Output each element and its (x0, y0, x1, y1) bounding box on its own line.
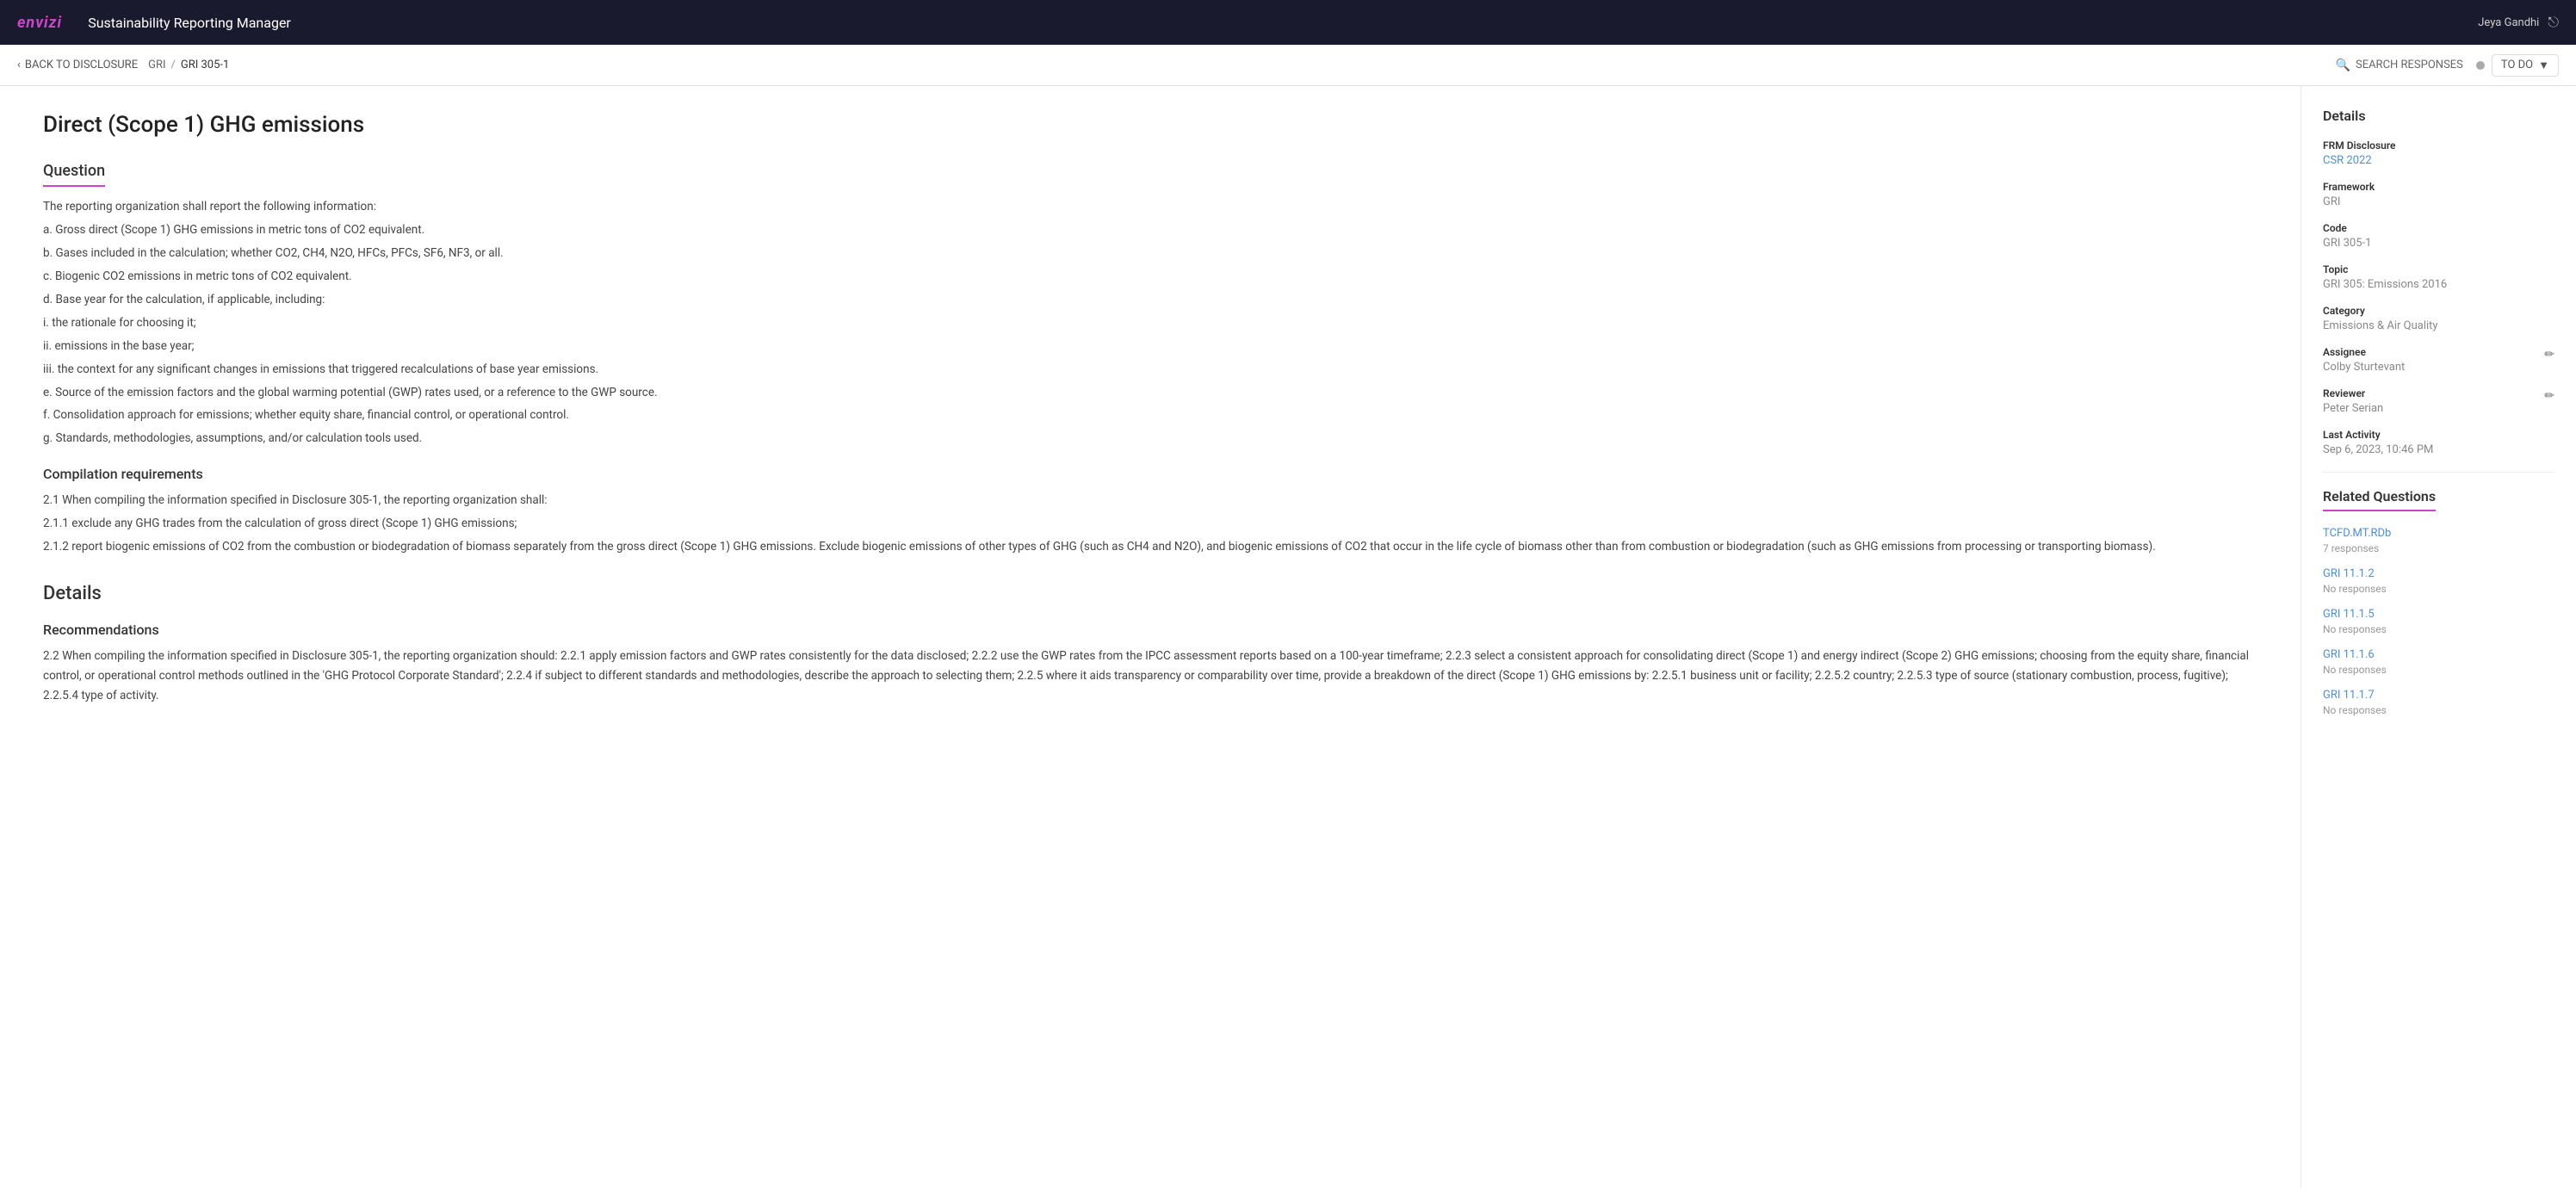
breadcrumb-sep2: / (171, 59, 176, 71)
topic-value: GRI 305: Emissions 2016 (2323, 278, 2554, 291)
todo-label: TO DO (2501, 59, 2533, 71)
reviewer-value: Peter Serian (2323, 402, 2383, 415)
search-responses-button[interactable]: 🔍 SEARCH RESPONSES (2336, 59, 2463, 72)
content-area: Direct (Scope 1) GHG emissions Question … (0, 86, 2300, 1188)
related-responses-3: No responses (2323, 664, 2387, 676)
todo-dropdown[interactable]: TO DO ▼ (2492, 54, 2559, 77)
question-section: Question The reporting organization shal… (43, 162, 2257, 557)
frm-label: FRM Disclosure (2323, 139, 2554, 152)
todo-dot-indicator (2476, 61, 2485, 70)
question-item-0: a. Gross direct (Scope 1) GHG emissions … (43, 220, 2257, 240)
related-item-4: GRI 11.1.7 No responses (2323, 689, 2554, 717)
back-label: BACK TO DISCLOSURE (25, 59, 138, 71)
app-title: Sustainability Reporting Manager (88, 15, 291, 31)
question-item-9: g. Standards, methodologies, assumptions… (43, 429, 2257, 449)
topic-row: Topic GRI 305: Emissions 2016 (2323, 263, 2554, 291)
back-to-disclosure-link[interactable]: ‹ BACK TO DISCLOSURE (17, 59, 138, 71)
related-link-1[interactable]: GRI 11.1.2 (2323, 567, 2554, 580)
related-link-0[interactable]: TCFD.MT.RDb (2323, 527, 2554, 540)
logout-icon[interactable]: ⎋ (2548, 14, 2559, 31)
category-row: Category Emissions & Air Quality (2323, 305, 2554, 332)
assignee-value: Colby Sturtevant (2323, 361, 2405, 374)
reviewer-edit-icon[interactable]: ✏ (2544, 389, 2554, 403)
user-name: Jeya Gandhi (2478, 16, 2539, 29)
user-info: Jeya Gandhi ⎋ (2478, 14, 2559, 31)
assignee-row: Assignee Colby Sturtevant ✏ (2323, 346, 2554, 374)
related-link-3[interactable]: GRI 11.1.6 (2323, 648, 2554, 661)
search-label: SEARCH RESPONSES (2356, 59, 2463, 71)
reviewer-label: Reviewer (2323, 387, 2383, 399)
recommendations-heading: Recommendations (43, 622, 2257, 638)
related-responses-2: No responses (2323, 623, 2387, 635)
question-item-8: f. Consolidation approach for emissions;… (43, 405, 2257, 425)
sidebar-details-title: Details (2323, 108, 2554, 124)
category-value: Emissions & Air Quality (2323, 319, 2554, 332)
breadcrumb-bar: ‹ BACK TO DISCLOSURE GRI / GRI 305-1 🔍 S… (0, 45, 2576, 86)
related-link-2[interactable]: GRI 11.1.5 (2323, 608, 2554, 621)
question-item-6: iii. the context for any significant cha… (43, 360, 2257, 380)
last-activity-label: Last Activity (2323, 429, 2554, 441)
related-item-2: GRI 11.1.5 No responses (2323, 608, 2554, 636)
related-item-1: GRI 11.1.2 No responses (2323, 567, 2554, 596)
related-title: Related Questions (2323, 488, 2436, 511)
frm-value[interactable]: CSR 2022 (2323, 154, 2554, 167)
related-responses-4: No responses (2323, 704, 2387, 716)
framework-row: Framework GRI (2323, 181, 2554, 208)
question-item-3: d. Base year for the calculation, if app… (43, 290, 2257, 310)
code-value: GRI 305-1 (2323, 237, 2554, 250)
last-activity-row: Last Activity Sep 6, 2023, 10:46 PM (2323, 429, 2554, 456)
question-heading: Question (43, 162, 105, 187)
related-responses-0: 7 responses (2323, 542, 2379, 554)
question-item-5: ii. emissions in the base year; (43, 337, 2257, 356)
compilation-item-0: 2.1 When compiling the information speci… (43, 491, 2257, 510)
question-intro: The reporting organization shall report … (43, 197, 2257, 217)
details-heading: Details (43, 583, 2257, 604)
todo-chevron-icon: ▼ (2538, 59, 2549, 72)
framework-label: Framework (2323, 181, 2554, 193)
assignee-edit-icon[interactable]: ✏ (2544, 348, 2554, 362)
breadcrumb-current: GRI 305-1 (181, 59, 229, 71)
app-logo: envizi (17, 14, 62, 32)
recommendations-body: 2.2 When compiling the information speci… (43, 647, 2257, 706)
topic-label: Topic (2323, 263, 2554, 275)
question-item-7: e. Source of the emission factors and th… (43, 383, 2257, 403)
related-link-4[interactable]: GRI 11.1.7 (2323, 689, 2554, 702)
back-chevron-icon: ‹ (17, 59, 21, 71)
top-nav: envizi Sustainability Reporting Manager … (0, 0, 2576, 45)
framework-value: GRI (2323, 195, 2554, 208)
reviewer-row: Reviewer Peter Serian ✏ (2323, 387, 2554, 415)
search-icon: 🔍 (2336, 59, 2350, 72)
assignee-label: Assignee (2323, 346, 2405, 358)
breadcrumb-gri: GRI (148, 59, 165, 71)
code-label: Code (2323, 222, 2554, 234)
category-label: Category (2323, 305, 2554, 317)
related-list: TCFD.MT.RDb 7 responses GRI 11.1.2 No re… (2323, 527, 2554, 717)
compilation-body: 2.1 When compiling the information speci… (43, 491, 2257, 557)
question-body: The reporting organization shall report … (43, 197, 2257, 449)
main-layout: Direct (Scope 1) GHG emissions Question … (0, 86, 2576, 1188)
recommendations-text: 2.2 When compiling the information speci… (43, 647, 2257, 706)
compilation-item-1: 2.1.1 exclude any GHG trades from the ca… (43, 514, 2257, 534)
compilation-item-2: 2.1.2 report biogenic emissions of CO2 f… (43, 537, 2257, 557)
question-item-4: i. the rationale for choosing it; (43, 313, 2257, 333)
question-item-2: c. Biogenic CO2 emissions in metric tons… (43, 267, 2257, 287)
related-item-0: TCFD.MT.RDb 7 responses (2323, 527, 2554, 555)
related-questions-section: Related Questions TCFD.MT.RDb 7 response… (2323, 488, 2554, 717)
last-activity-value: Sep 6, 2023, 10:46 PM (2323, 443, 2554, 456)
sidebar-divider (2323, 472, 2554, 473)
frm-disclosure-row: FRM Disclosure CSR 2022 (2323, 139, 2554, 167)
related-item-3: GRI 11.1.6 No responses (2323, 648, 2554, 677)
right-sidebar: Details FRM Disclosure CSR 2022 Framewor… (2300, 86, 2576, 1188)
question-item-1: b. Gases included in the calculation; wh… (43, 244, 2257, 263)
related-responses-1: No responses (2323, 583, 2387, 595)
code-row: Code GRI 305-1 (2323, 222, 2554, 250)
compilation-heading: Compilation requirements (43, 466, 2257, 482)
page-title: Direct (Scope 1) GHG emissions (43, 112, 2257, 138)
